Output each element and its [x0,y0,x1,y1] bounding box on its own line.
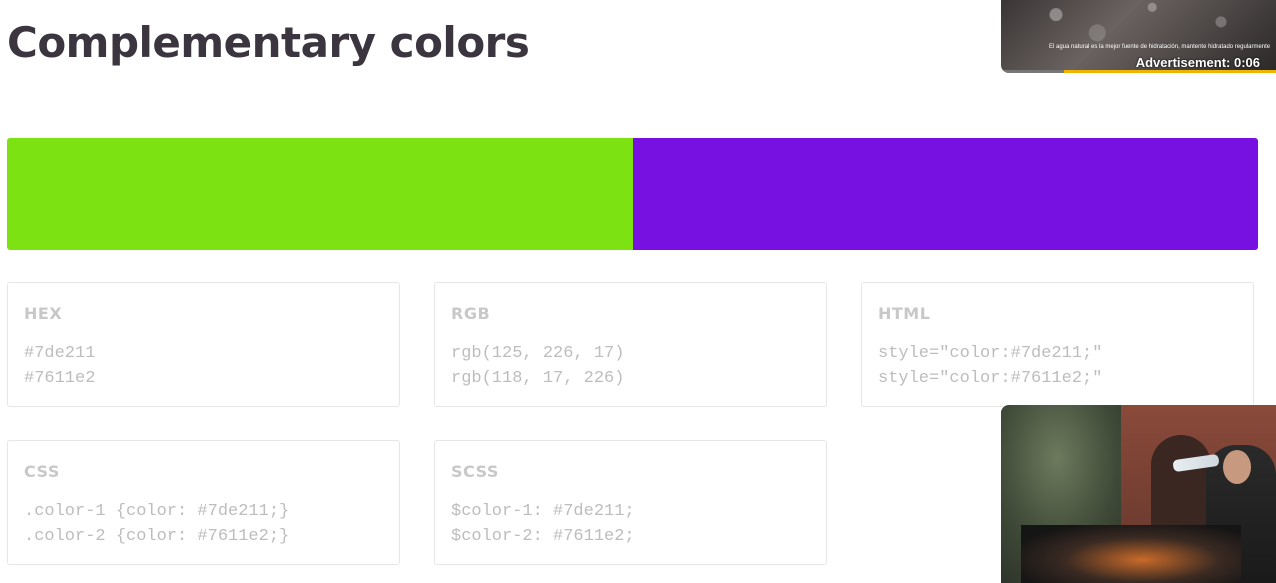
ad-progress-track [1001,70,1276,73]
rgb-card-title: RGB [451,304,491,323]
html-card-title: HTML [878,304,931,323]
scss-value-2[interactable]: $color-2: #7611e2; [451,527,635,546]
ad-scene-doorway [1151,435,1211,525]
scss-card: SCSS $color-1: #7de211; $color-2: #7611e… [434,440,827,565]
page-title: Complementary colors [7,18,530,67]
ad-countdown-label: Advertisement: 0:06 [1135,55,1260,70]
html-value-2[interactable]: style="color:#7611e2;" [878,369,1102,388]
scss-card-title: SCSS [451,462,499,481]
css-card-title: CSS [24,462,60,481]
css-value-1[interactable]: .color-1 {color: #7de211;} [24,502,289,521]
ad-progress-fill [1064,70,1276,73]
ad-scene-motorcycle [1021,525,1241,583]
css-card: CSS .color-1 {color: #7de211;} .color-2 … [7,440,400,565]
hex-card: HEX #7de211 #7611e2 [7,282,400,407]
swatch-color-2[interactable] [632,138,1258,250]
hex-value-1[interactable]: #7de211 [24,344,95,363]
html-card: HTML style="color:#7de211;" style="color… [861,282,1254,407]
rgb-card: RGB rgb(125, 226, 17) rgb(118, 17, 226) [434,282,827,407]
css-value-2[interactable]: .color-2 {color: #7611e2;} [24,527,289,546]
rgb-value-2[interactable]: rgb(118, 17, 226) [451,369,624,388]
ad-video-player-bottom[interactable] [1001,405,1276,583]
scss-value-1[interactable]: $color-1: #7de211; [451,502,635,521]
color-swatch-bar [7,138,1258,250]
hex-value-2[interactable]: #7611e2 [24,369,95,388]
swatch-color-1[interactable] [7,138,633,250]
ad-video-player-top[interactable]: El agua natural es la mejor fuente de hi… [1001,0,1276,73]
rgb-value-1[interactable]: rgb(125, 226, 17) [451,344,624,363]
ad-scene-person-head [1223,450,1251,484]
hex-card-title: HEX [24,304,63,323]
ad-subtitle: El agua natural es la mejor fuente de hi… [1049,44,1271,50]
html-value-1[interactable]: style="color:#7de211;" [878,344,1102,363]
